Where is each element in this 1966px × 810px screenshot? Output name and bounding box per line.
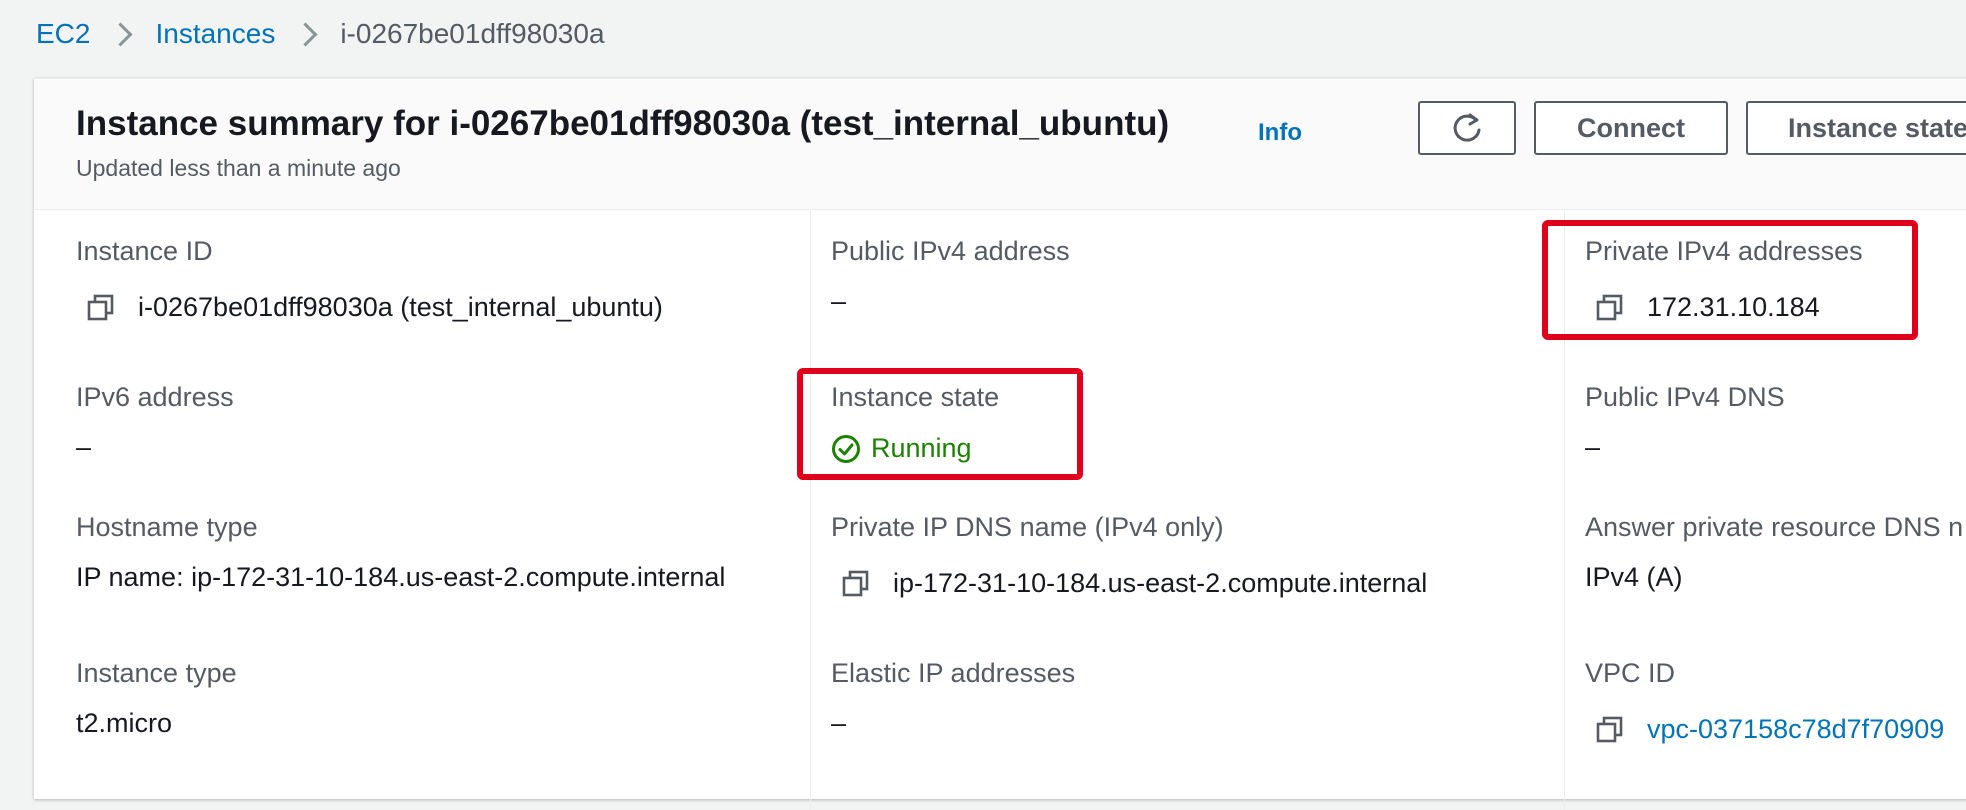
hostname-type-label: Hostname type (76, 512, 258, 542)
instance-state-highlight (797, 368, 1083, 480)
ipv6-label: IPv6 address (76, 382, 234, 412)
elastic-ip-value: – (831, 708, 847, 738)
ipv6-value: – (76, 432, 92, 462)
private-ipv4-highlight (1542, 220, 1918, 340)
public-dns-label: Public IPv4 DNS (1585, 382, 1785, 412)
copy-icon[interactable] (841, 569, 871, 599)
private-dns-text: ip-172-31-10-184.us-east-2.compute.inter… (893, 568, 1428, 598)
vpc-id-value: vpc-037158c78d7f70909 (1595, 714, 1944, 745)
instance-type-label: Instance type (76, 658, 237, 688)
vpc-id-link[interactable]: vpc-037158c78d7f70909 (1647, 714, 1944, 745)
chevron-right-icon (108, 21, 133, 47)
instance-id-label: Instance ID (76, 236, 213, 266)
breadcrumb-instances[interactable]: Instances (155, 18, 275, 50)
public-ipv4-value: – (831, 286, 847, 316)
answer-dns-label: Answer private resource DNS n (1585, 512, 1964, 542)
column-divider (810, 210, 811, 810)
hostname-type-value: IP name: ip-172-31-10-184.us-east-2.comp… (76, 562, 726, 592)
public-dns-value: – (1585, 432, 1601, 462)
breadcrumb-current: i-0267be01dff98030a (340, 18, 605, 49)
copy-icon[interactable] (86, 293, 116, 323)
elastic-ip-label: Elastic IP addresses (831, 658, 1076, 688)
vpc-id-label: VPC ID (1585, 658, 1676, 688)
info-link[interactable]: Info (1258, 119, 1302, 147)
panel-header: Instance summary for i-0267be01dff98030a… (34, 79, 1966, 210)
connect-button[interactable]: Connect (1534, 101, 1728, 155)
refresh-button[interactable] (1418, 101, 1516, 155)
page-title: Instance summary for i-0267be01dff98030a… (76, 104, 1170, 143)
chevron-right-icon (293, 21, 318, 47)
instance-id-value: i-0267be01dff98030a (test_internal_ubunt… (86, 292, 663, 323)
answer-dns-value: IPv4 (A) (1585, 562, 1683, 592)
copy-icon[interactable] (1595, 715, 1625, 745)
private-dns-label: Private IP DNS name (IPv4 only) (831, 512, 1224, 542)
instance-type-value: t2.micro (76, 708, 173, 738)
private-dns-value: ip-172-31-10-184.us-east-2.compute.inter… (841, 568, 1427, 599)
instance-state-button[interactable]: Instance state (1746, 101, 1966, 155)
breadcrumb: EC2 Instances i-0267be01dff98030a (36, 14, 605, 54)
breadcrumb-ec2[interactable]: EC2 (36, 18, 90, 50)
instance-id-text: i-0267be01dff98030a (test_internal_ubunt… (138, 292, 663, 322)
updated-status: Updated less than a minute ago (76, 155, 401, 181)
refresh-icon (1453, 113, 1481, 142)
public-ipv4-label: Public IPv4 address (831, 236, 1070, 266)
